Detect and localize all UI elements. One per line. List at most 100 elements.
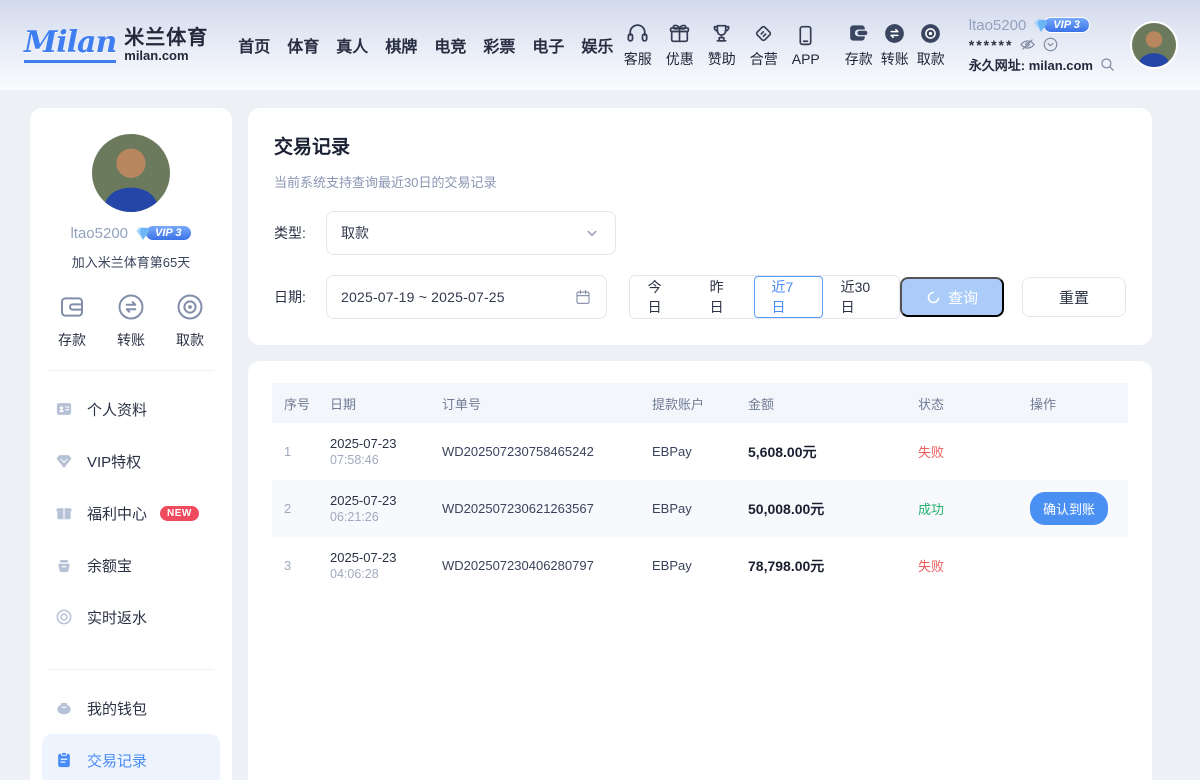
nav-lottery[interactable]: 彩票	[483, 33, 515, 57]
sidebar-username: ltao5200	[70, 225, 128, 242]
service-link[interactable]: 客服	[624, 21, 652, 69]
transfer-icon	[882, 21, 907, 46]
account-cell: EBPay	[640, 501, 736, 516]
page-subtitle: 当前系统支持查询最近30日的交易记录	[274, 172, 1126, 191]
clipboard-icon	[54, 750, 74, 770]
sidebar-item-rebate[interactable]: 实时返水	[42, 591, 220, 643]
date-label: 日期:	[274, 287, 316, 307]
type-label: 类型:	[274, 223, 316, 243]
user-avatar[interactable]	[1130, 21, 1178, 69]
sidebar-menu-records: 我的钱包 交易记录 投注记录	[30, 676, 232, 780]
account-cell: EBPay	[640, 558, 736, 573]
eye-off-icon[interactable]	[1019, 36, 1036, 53]
page-title: 交易记录	[274, 132, 1126, 159]
amount-cell: 78,798.00元	[736, 556, 906, 576]
vip-badge: VIP 3	[1032, 16, 1090, 34]
brand-logo-script: Milan	[24, 28, 116, 63]
spinner-icon	[926, 290, 941, 305]
sidebar-avatar[interactable]	[92, 134, 170, 212]
quick-range-group: 今日 昨日 近7日 近30日	[629, 275, 900, 319]
sidebar-item-profile[interactable]: 个人资料	[42, 383, 220, 435]
sidebar-item-transactions[interactable]: 交易记录	[42, 734, 220, 780]
col-date: 日期	[318, 394, 430, 413]
date-range-input[interactable]: 2025-07-19 ~ 2025-07-25	[326, 275, 607, 319]
avatar-image	[1132, 23, 1176, 67]
sidebar-quick-actions: 存款 转账 取款	[30, 291, 232, 350]
wallet-icon	[846, 21, 871, 46]
app-link[interactable]: APP	[792, 23, 820, 67]
range-30days-button[interactable]: 近30日	[823, 276, 899, 318]
nav-live[interactable]: 真人	[336, 33, 368, 57]
confirm-received-button[interactable]: 确认到账	[1030, 492, 1108, 525]
col-amount: 金额	[736, 394, 906, 413]
withdraw-link[interactable]: 取款	[917, 21, 945, 69]
range-yesterday-button[interactable]: 昨日	[692, 276, 754, 318]
range-today-button[interactable]: 今日	[630, 276, 692, 318]
main-nav: 首页 体育 真人 棋牌 电竞 彩票 电子 娱乐	[238, 33, 613, 57]
money-pot-icon	[54, 555, 74, 575]
table-header-row: 序号 日期 订单号 提款账户 金额 状态 操作	[272, 383, 1128, 423]
joined-days-text: 加入米兰体育第65天	[30, 252, 232, 271]
records-table-card: 序号 日期 订单号 提款账户 金额 状态 操作 1 2025-07-23 07:…	[248, 361, 1152, 780]
query-button[interactable]: 查询	[900, 277, 1004, 317]
username: ltao5200	[969, 17, 1027, 34]
wallet-icon	[56, 291, 88, 323]
table-row: 1 2025-07-23 07:58:46 WD2025072307584652…	[272, 423, 1128, 480]
nav-slots[interactable]: 电子	[532, 33, 564, 57]
magnifier-icon[interactable]	[1099, 56, 1116, 73]
id-card-icon	[54, 399, 74, 419]
amount-cell: 50,008.00元	[736, 499, 906, 519]
sidebar-deposit-button[interactable]: 存款	[56, 291, 88, 350]
trophy-icon	[709, 21, 734, 46]
order-cell: WD202507230406280797	[430, 558, 640, 573]
sidebar-transfer-button[interactable]: 转账	[115, 291, 147, 350]
deposit-link[interactable]: 存款	[845, 21, 873, 69]
sidebar-item-welfare[interactable]: 福利中心 NEW	[42, 487, 220, 539]
top-header: Milan 米兰体育 milan.com 首页 体育 真人 棋牌 电竞 彩票 电…	[0, 0, 1200, 90]
table-row: 3 2025-07-23 04:06:28 WD2025072304062807…	[272, 537, 1128, 594]
date-cell: 2025-07-23 06:21:26	[318, 493, 430, 524]
sidebar-item-wallet[interactable]: 我的钱包	[42, 682, 220, 734]
filter-card: 交易记录 当前系统支持查询最近30日的交易记录 类型: 取款 日期: 2025-…	[248, 108, 1152, 345]
nav-sports[interactable]: 体育	[287, 33, 319, 57]
nav-entertainment[interactable]: 娱乐	[581, 33, 613, 57]
type-select[interactable]: 取款	[326, 211, 616, 255]
withdraw-icon	[918, 21, 943, 46]
main-content: 交易记录 当前系统支持查询最近30日的交易记录 类型: 取款 日期: 2025-…	[248, 108, 1152, 780]
chevron-circle-icon[interactable]	[1042, 36, 1059, 53]
rebate-target-icon	[54, 607, 74, 627]
header-icon-links: 客服 优惠 赞助 合营 APP 存款 转账	[617, 21, 949, 69]
sidebar-item-vip[interactable]: VIP特权	[42, 435, 220, 487]
headset-icon	[625, 21, 650, 46]
sidebar-withdraw-button[interactable]: 取款	[174, 291, 206, 350]
gift-icon	[54, 503, 74, 523]
piggy-bank-icon	[54, 698, 74, 718]
header-wallet-links: 存款 转账 取款	[841, 21, 949, 69]
page-body: ltao5200 VIP 3 加入米兰体育第65天 存款 转账 取款	[0, 90, 1200, 780]
chevron-down-icon	[583, 224, 601, 242]
sponsor-link[interactable]: 赞助	[708, 21, 736, 69]
new-badge: NEW	[160, 506, 199, 521]
promo-link[interactable]: 优惠	[666, 21, 694, 69]
order-cell: WD202507230758465242	[430, 444, 640, 459]
nav-chess[interactable]: 棋牌	[385, 33, 417, 57]
divider	[48, 370, 214, 371]
partner-link[interactable]: 合营	[750, 21, 778, 69]
nav-home[interactable]: 首页	[238, 33, 270, 57]
gem-icon	[1032, 16, 1050, 34]
gift-icon	[667, 21, 692, 46]
phone-icon	[793, 23, 818, 48]
gem-icon	[54, 451, 74, 471]
reset-button[interactable]: 重置	[1022, 277, 1126, 317]
status-badge: 失败	[906, 442, 1018, 461]
transfer-link[interactable]: 转账	[881, 21, 909, 69]
transfer-icon	[115, 291, 147, 323]
vip-badge: VIP 3	[134, 224, 192, 242]
brand-logo[interactable]: Milan 米兰体育 milan.com	[24, 28, 208, 63]
nav-esports[interactable]: 电竞	[434, 33, 466, 57]
sidebar-item-yuebao[interactable]: 余额宝	[42, 539, 220, 591]
col-status: 状态	[906, 394, 1018, 413]
status-badge: 失败	[906, 556, 1018, 575]
range-7days-button[interactable]: 近7日	[754, 276, 823, 318]
calendar-icon	[574, 288, 592, 306]
